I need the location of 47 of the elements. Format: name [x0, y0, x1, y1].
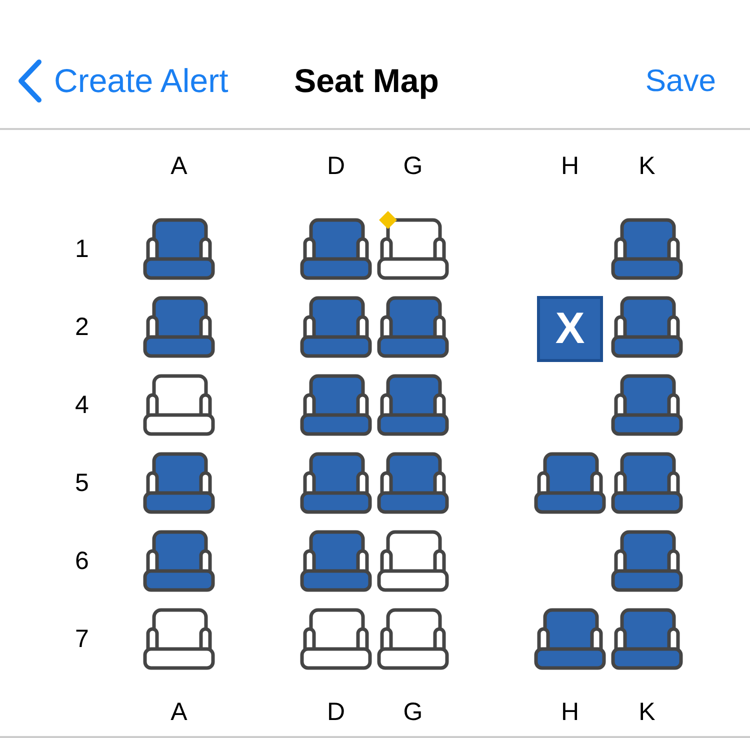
row-number: 5	[75, 468, 89, 498]
seat-icon[interactable]	[534, 608, 606, 670]
blocked-seat: X	[537, 296, 603, 362]
column-label: G	[403, 151, 423, 181]
seat-icon[interactable]	[611, 218, 683, 280]
seat-icon[interactable]	[300, 296, 372, 358]
row-number: 7	[75, 624, 89, 654]
seat-icon[interactable]	[143, 452, 215, 514]
seat-icon[interactable]	[611, 608, 683, 670]
seat-icon[interactable]	[611, 296, 683, 358]
seat-icon[interactable]	[611, 452, 683, 514]
chevron-icon	[17, 59, 43, 103]
seat-icon[interactable]	[377, 452, 449, 514]
seat-icon[interactable]	[143, 608, 215, 670]
seat-icon[interactable]	[377, 374, 449, 436]
column-label: K	[638, 697, 656, 727]
seat-icon[interactable]	[611, 530, 683, 592]
column-label: A	[170, 697, 188, 727]
row-number: 6	[75, 546, 89, 576]
seat-icon[interactable]	[611, 374, 683, 436]
back-button[interactable]: Create Alert	[17, 59, 228, 103]
column-label: K	[638, 151, 656, 181]
seat-icon[interactable]	[300, 452, 372, 514]
save-button[interactable]: Save	[645, 59, 716, 103]
column-label: H	[560, 151, 580, 181]
seat-icon[interactable]	[143, 218, 215, 280]
row-number: 4	[75, 390, 89, 420]
seat-icon[interactable]	[300, 218, 372, 280]
column-label: D	[326, 697, 346, 727]
seat-icon[interactable]	[143, 296, 215, 358]
column-label: D	[326, 151, 346, 181]
column-label: H	[560, 697, 580, 727]
seat-icon[interactable]	[143, 374, 215, 436]
row-number: 1	[75, 234, 89, 264]
seat-icon[interactable]	[377, 296, 449, 358]
seat-icon[interactable]	[300, 530, 372, 592]
seat-icon[interactable]	[377, 608, 449, 670]
seat-icon[interactable]	[534, 452, 606, 514]
page-title: Seat Map	[294, 61, 439, 101]
column-label: A	[170, 151, 188, 181]
column-label: G	[403, 697, 423, 727]
seat-icon[interactable]	[300, 608, 372, 670]
row-number: 2	[75, 312, 89, 342]
seat-icon[interactable]	[377, 218, 449, 280]
seat-icon[interactable]	[300, 374, 372, 436]
seat-icon[interactable]	[143, 530, 215, 592]
seat-icon[interactable]	[377, 530, 449, 592]
